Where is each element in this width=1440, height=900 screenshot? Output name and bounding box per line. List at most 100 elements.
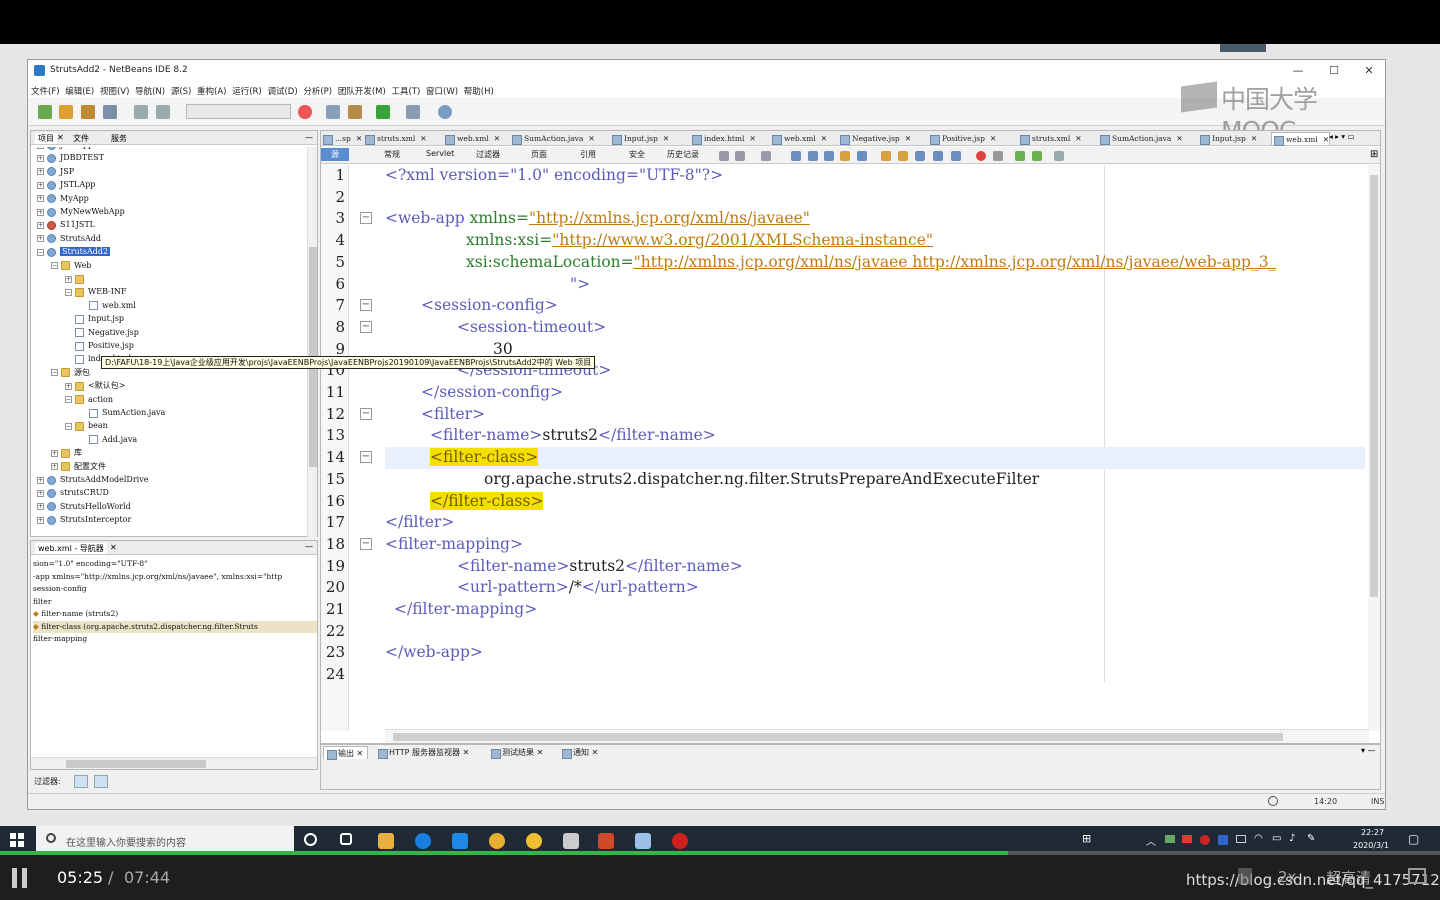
wifi-icon[interactable]: ◠ [1254,833,1263,844]
collapse-icon[interactable]: − [51,262,58,270]
fold-toggle-icon[interactable]: − [360,299,372,312]
editor-tab[interactable]: Input.jsp ✕ [610,132,669,145]
navigator-scrollbar[interactable] [31,757,317,769]
debug-icon[interactable] [406,105,420,119]
navigator-node[interactable]: -app xmlns="http://xmlns.jcp.org/xml/ns/… [33,571,317,584]
tab-projects[interactable]: 项目 [35,133,57,144]
open-project-icon[interactable] [81,105,95,119]
toggle-highlight-icon[interactable] [840,151,850,161]
minimize-panel-icon[interactable]: — [305,133,313,142]
view-history[interactable]: 历史记录 [667,149,699,160]
tree-item[interactable]: + StrutsHelloWorld [37,500,131,513]
menu-help[interactable]: 帮助(H) [461,82,494,97]
tree-item[interactable]: + JSP [37,165,74,178]
navigator-node[interactable]: sion="1.0" encoding="UTF-8" [33,558,317,571]
navigator-node[interactable]: filter-mapping [33,633,317,646]
configuration-dropdown[interactable] [186,104,291,119]
tree-item[interactable]: + MyApp [37,192,89,205]
fold-toggle-icon[interactable]: − [360,407,372,420]
close-icon[interactable]: ✕ [494,134,500,143]
fold-toggle-icon[interactable]: − [360,212,372,225]
close-icon[interactable]: ✕ [1176,134,1182,143]
find-next-icon[interactable] [824,151,834,161]
close-icon[interactable]: ✕ [356,134,362,143]
tree-item[interactable]: SumAction.java [79,406,165,419]
clean-build-icon[interactable] [348,105,362,119]
tree-item[interactable]: − 源包 [51,366,90,379]
tree-item[interactable]: Negative.jsp [65,326,139,339]
filter-toggle-icon[interactable] [74,775,88,788]
navigator-tab[interactable]: web.xml - 导航器 [35,543,107,554]
close-icon[interactable]: ✕ [1075,134,1081,143]
tree-item[interactable]: + 库 [51,446,82,459]
network-icon[interactable]: ▭ [1272,833,1281,844]
tab-scroll-arrows[interactable]: ◂ ▸ ▾ ▭ [1329,132,1355,141]
menu-team[interactable]: 团队开发(M) [335,82,386,97]
expand-icon[interactable]: + [37,221,44,229]
comment-icon[interactable] [951,151,961,161]
editor-tab[interactable]: struts.xml ✕ [363,132,427,145]
menu-file[interactable]: 文件(F) [28,82,60,97]
menu-navigate[interactable]: 导航(N) [132,82,165,97]
tree-item[interactable]: + JSTLApp [37,178,95,191]
view-source[interactable]: 源 [321,148,349,161]
view-servlet[interactable]: Servlet [426,149,454,158]
editor-tab[interactable]: SumAction.java ✕ [1098,132,1183,145]
view-pages[interactable]: 页面 [531,149,547,160]
tree-item[interactable]: − bean [65,419,108,432]
save-all-icon[interactable] [103,105,117,119]
tree-item[interactable]: − StrutsAdd2 [37,245,111,258]
expand-icon[interactable]: + [65,382,72,390]
close-icon[interactable]: ✕ [663,134,669,143]
volume-icon[interactable] [1238,868,1252,884]
tray-app-icon[interactable] [1200,835,1210,845]
tree-item[interactable]: − action [65,393,113,406]
xsl-transform-icon[interactable] [1054,151,1064,161]
menu-profile[interactable]: 分析(P) [300,82,332,97]
clock-time[interactable]: 22:27 [1361,828,1384,837]
forward-icon[interactable] [735,151,745,161]
expand-icon[interactable]: + [37,147,44,149]
tree-item[interactable]: + S11JSTL [37,218,95,231]
app-icon[interactable] [563,833,579,849]
chrome-icon[interactable] [489,833,505,849]
notification-icon[interactable] [1268,796,1278,806]
editor-tab[interactable]: Positive.jsp ✕ [928,132,996,145]
tray-expand-icon[interactable]: ︿ [1146,833,1156,848]
collapse-icon[interactable]: − [65,396,72,404]
expand-icon[interactable]: + [37,235,44,243]
fold-toggle-icon[interactable]: − [360,451,372,464]
shift-right-icon[interactable] [933,151,943,161]
expand-icon[interactable]: + [65,275,72,283]
menu-view[interactable]: 视图(V) [97,82,129,97]
build-icon[interactable] [326,105,340,119]
close-icon[interactable]: ✕ [110,543,117,552]
ie-icon[interactable] [452,833,468,849]
menu-source[interactable]: 源(S) [168,82,192,97]
close-icon[interactable]: ✕ [1251,134,1257,143]
expand-icon[interactable]: + [37,516,44,524]
close-icon[interactable]: ✕ [905,134,911,143]
editor-tab[interactable]: Negative.jsp ✕ [838,132,911,145]
pause-icon[interactable] [12,868,30,888]
editor-tab[interactable]: web.xml ✕ [770,132,827,145]
minimize-panel-icon[interactable]: — [305,542,313,551]
edge-icon[interactable] [415,833,431,849]
fold-toggle-icon[interactable]: − [360,320,372,333]
start-macro-icon[interactable] [976,151,986,161]
tree-item[interactable]: + 配置文件 [51,460,106,473]
check-xml-icon[interactable] [1015,151,1025,161]
tree-item[interactable]: Input.jsp [65,312,124,325]
tab-output[interactable]: 输出 ✕ [323,746,369,760]
history-icon[interactable] [761,151,771,161]
menu-edit[interactable]: 编辑(E) [62,82,94,97]
keyboard-icon[interactable]: ⊞ [1082,832,1091,845]
tray-app-icon[interactable] [1182,835,1192,843]
close-icon[interactable]: ✕ [420,134,426,143]
tree-item[interactable]: + strutsCRUD [37,486,109,499]
task-view-icon[interactable] [340,833,352,845]
expand-icon[interactable]: + [37,195,44,203]
navigator-node[interactable]: ◆ filter-name (struts2) [33,608,317,621]
navigator-node[interactable]: filter [33,596,317,609]
tray-security-icon[interactable] [1218,835,1228,845]
